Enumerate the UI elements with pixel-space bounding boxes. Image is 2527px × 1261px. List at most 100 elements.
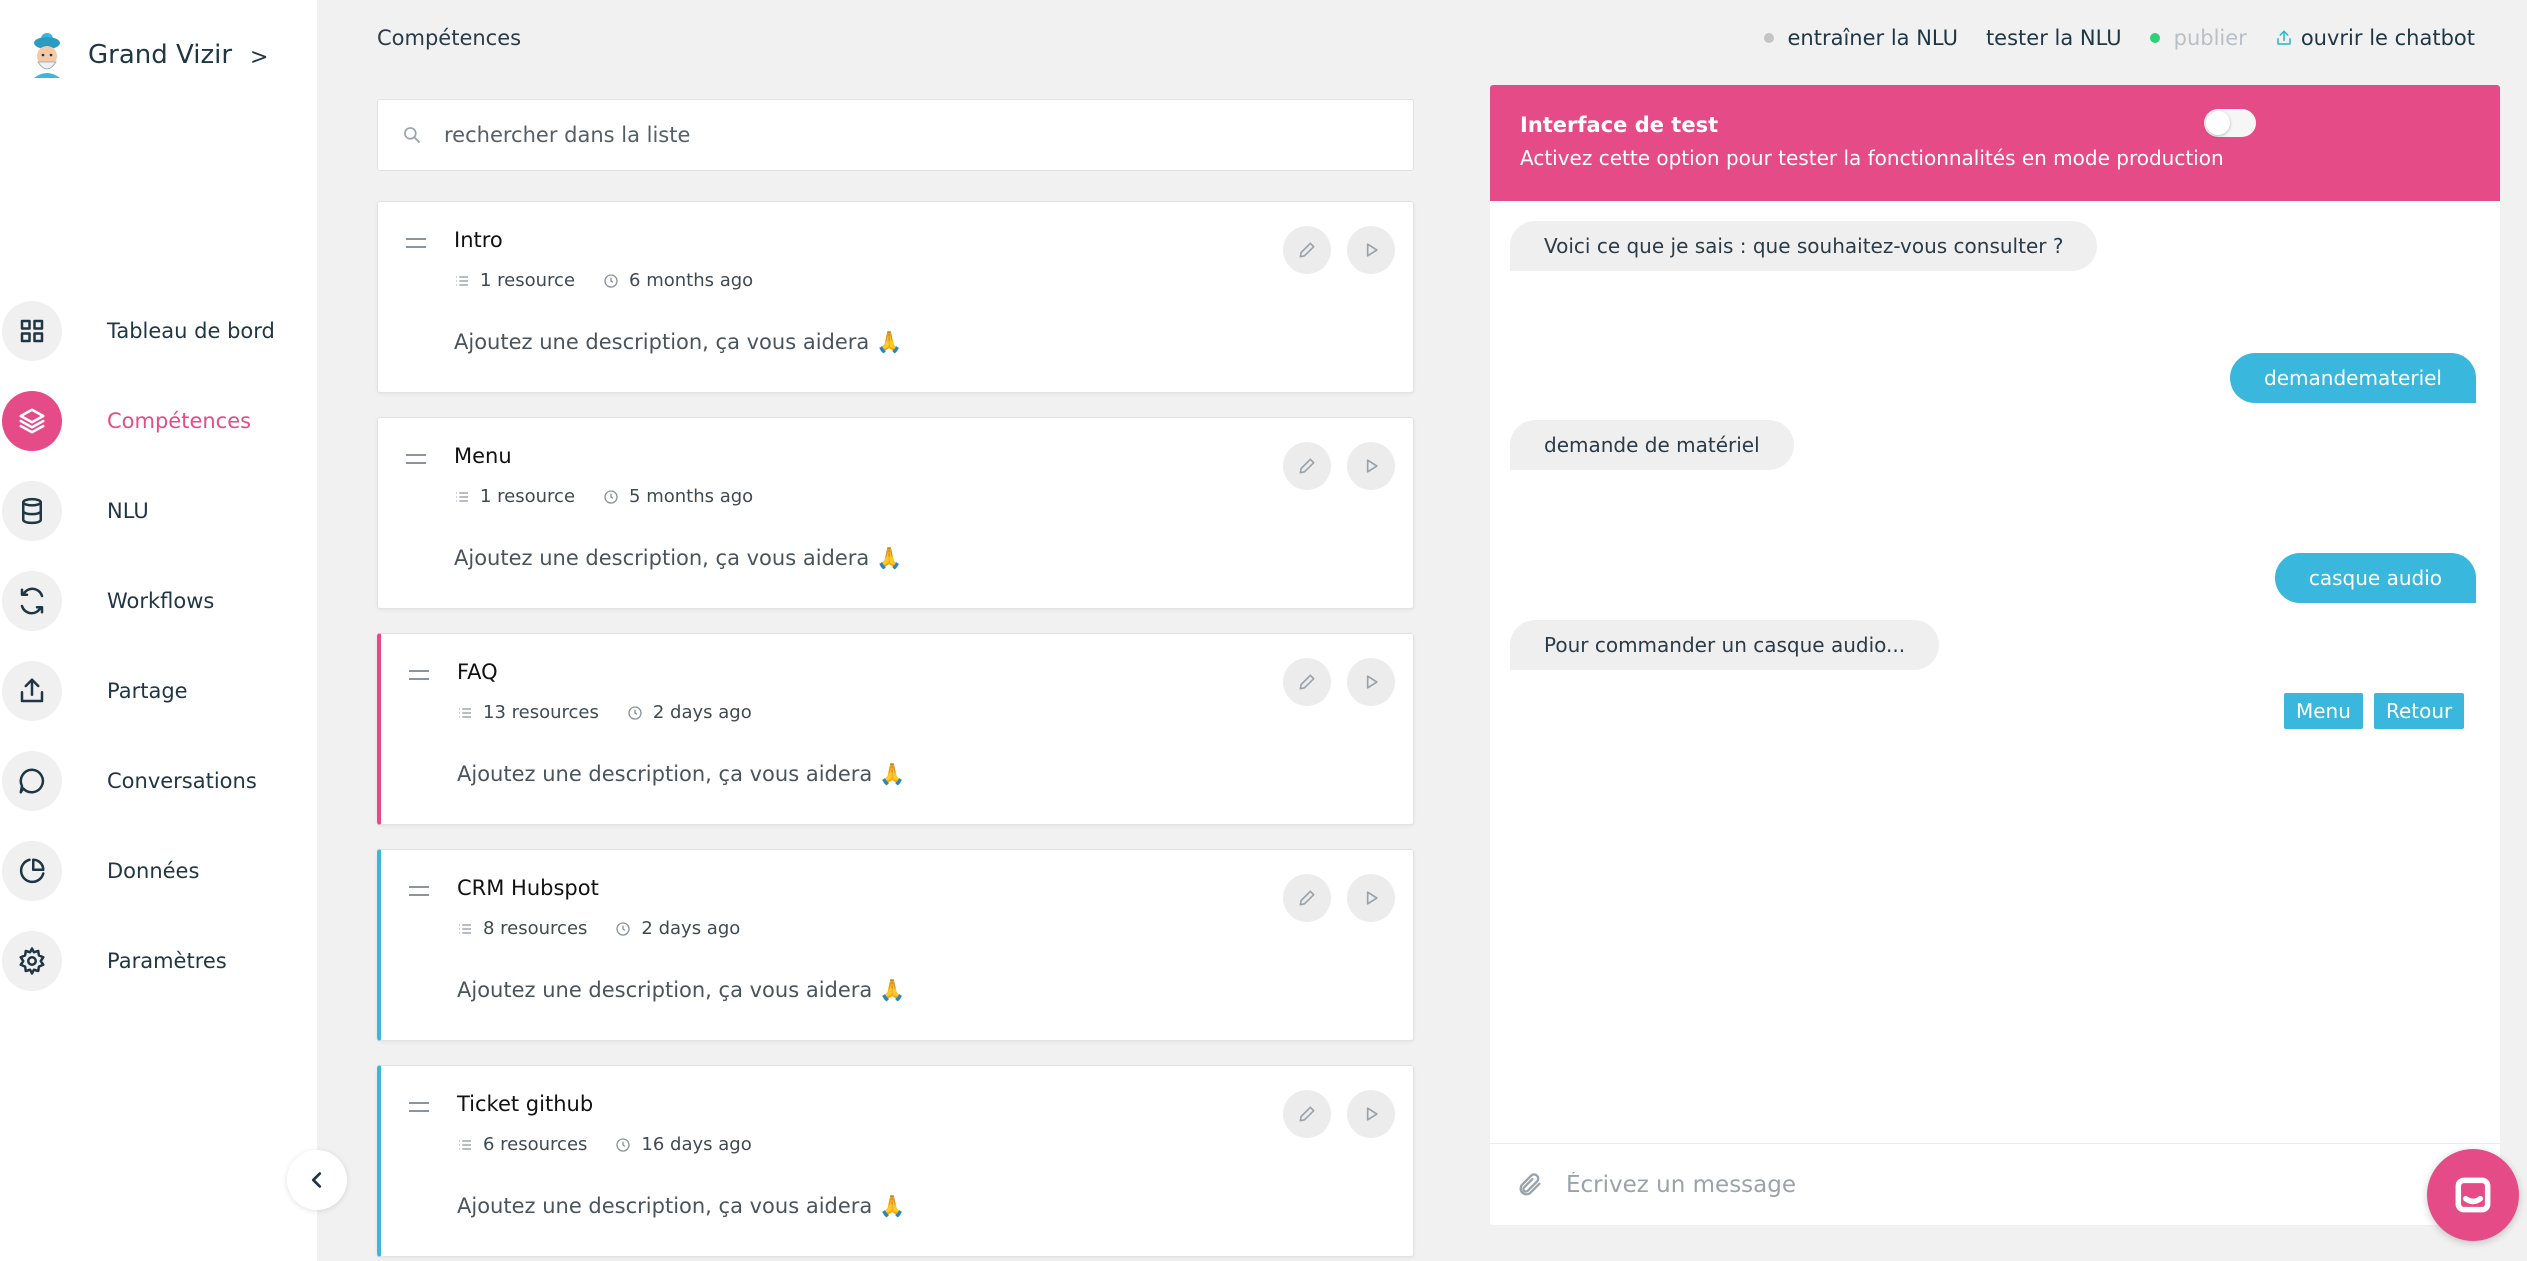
skill-meta: 1 resource 6 months ago xyxy=(454,270,753,291)
bot-message: Voici ce que je sais : que souhaitez-vou… xyxy=(1510,221,2098,271)
brand[interactable]: Grand Vizir > xyxy=(26,30,268,80)
play-icon xyxy=(1366,675,1378,689)
sidebar-item-label: NLU xyxy=(107,499,149,523)
drag-handle-icon[interactable] xyxy=(409,1102,429,1118)
list-icon xyxy=(456,491,468,502)
message-input[interactable] xyxy=(1566,1171,2426,1198)
skill-meta: 1 resource 5 months ago xyxy=(454,486,753,507)
skill-card-ticket-github[interactable]: Ticket github 6 resources 16 days ago Aj… xyxy=(377,1065,1414,1257)
test-nlu-label: tester la NLU xyxy=(1985,26,2122,50)
sidebar-item-competences[interactable]: Compétences xyxy=(0,376,317,466)
sidebar-item-tableau-de-bord[interactable]: Tableau de bord xyxy=(0,286,317,376)
skill-card-intro[interactable]: Intro 1 resource 6 months ago Ajoutez un… xyxy=(377,201,1414,393)
bot-message: Pour commander un casque audio... xyxy=(1510,620,1940,670)
skill-description: Ajoutez une description, ça vous aidera … xyxy=(457,762,906,786)
open-chatbot-action[interactable]: ouvrir le chatbot xyxy=(2275,26,2475,50)
play-skill-button[interactable] xyxy=(1347,226,1395,274)
top-actions: entraîner la NLU tester la NLU publier o… xyxy=(1736,26,2475,50)
skill-meta: 13 resources 2 days ago xyxy=(457,702,752,723)
pencil-icon xyxy=(1299,674,1315,690)
collapse-sidebar-button[interactable] xyxy=(287,1150,347,1210)
skill-actions xyxy=(1267,658,1395,706)
skill-description: Ajoutez une description, ça vous aidera … xyxy=(457,978,906,1002)
search-bar xyxy=(377,99,1414,171)
train-nlu-action[interactable]: entraîner la NLU xyxy=(1763,26,1958,50)
sidebar-item-partage[interactable]: Partage xyxy=(0,646,317,736)
refresh-icon xyxy=(2,571,62,631)
play-skill-button[interactable] xyxy=(1347,658,1395,706)
sidebar-item-parametres[interactable]: Paramètres xyxy=(0,916,317,1006)
sidebar-item-nlu[interactable]: NLU xyxy=(0,466,317,556)
drag-handle-icon[interactable] xyxy=(406,238,426,254)
drag-handle-icon[interactable] xyxy=(409,886,429,902)
chat-icon xyxy=(2,751,62,811)
sidebar-item-workflows[interactable]: Workflows xyxy=(0,556,317,646)
pencil-icon xyxy=(1299,1106,1315,1122)
pencil-icon xyxy=(1299,242,1315,258)
skill-resource-count: 6 resources xyxy=(483,1134,588,1155)
grid-icon xyxy=(2,301,62,361)
pencil-icon xyxy=(1299,890,1315,906)
gear-icon xyxy=(2,931,62,991)
clock-icon xyxy=(616,1137,631,1152)
sidebar-item-donnees[interactable]: Données xyxy=(0,826,317,916)
skill-meta: 6 resources 16 days ago xyxy=(457,1134,752,1155)
database-icon xyxy=(2,481,62,541)
test-panel-subtitle: Activez cette option pour tester la fonc… xyxy=(1520,146,2224,170)
pie-chart-icon xyxy=(2,841,62,901)
quick-reply-retour[interactable]: Retour xyxy=(2374,693,2465,729)
sidebar-nav: Tableau de bord Compétences NLU Workflow… xyxy=(0,286,317,1006)
skill-title: Menu xyxy=(454,444,512,468)
edit-skill-button[interactable] xyxy=(1283,226,1331,274)
chevron-left-icon xyxy=(311,1172,322,1188)
drag-handle-icon[interactable] xyxy=(409,670,429,686)
play-icon xyxy=(1366,459,1378,473)
sidebar-item-label: Données xyxy=(107,859,200,883)
user-message: casque audio xyxy=(2274,553,2476,603)
sidebar-item-label: Conversations xyxy=(107,769,257,793)
publish-action[interactable]: publier xyxy=(2149,26,2247,50)
production-mode-toggle[interactable] xyxy=(2204,109,2256,137)
skill-actions xyxy=(1267,442,1395,490)
list-icon xyxy=(459,1139,471,1150)
drag-handle-icon[interactable] xyxy=(406,454,426,470)
edit-skill-button[interactable] xyxy=(1283,442,1331,490)
skill-updated: 2 days ago xyxy=(641,918,741,939)
skill-resource-count: 8 resources xyxy=(483,918,588,939)
skill-title: FAQ xyxy=(457,660,498,684)
play-skill-button[interactable] xyxy=(1347,874,1395,922)
edit-skill-button[interactable] xyxy=(1283,874,1331,922)
skill-card-menu[interactable]: Menu 1 resource 5 months ago Ajoutez une… xyxy=(377,417,1414,609)
skill-actions xyxy=(1267,874,1395,922)
clock-icon xyxy=(628,705,642,720)
chat-launcher-button[interactable] xyxy=(2427,1149,2519,1241)
edit-skill-button[interactable] xyxy=(1283,1090,1331,1138)
sidebar-item-label: Compétences xyxy=(107,409,252,433)
skill-meta: 8 resources 2 days ago xyxy=(457,918,740,939)
test-nlu-action[interactable]: tester la NLU xyxy=(1986,26,2122,50)
train-nlu-label: entraîner la NLU xyxy=(1787,26,1958,50)
sidebar-item-label: Workflows xyxy=(107,589,215,613)
test-panel: Interface de test Activez cette option p… xyxy=(1490,85,2500,1225)
skill-description: Ajoutez une description, ça vous aidera … xyxy=(454,330,903,354)
skill-title: Ticket github xyxy=(457,1092,594,1116)
edit-skill-button[interactable] xyxy=(1283,658,1331,706)
quick-reply-menu[interactable]: Menu xyxy=(2284,693,2363,729)
message-composer xyxy=(1490,1143,2500,1225)
skill-resource-count: 13 resources xyxy=(483,702,599,723)
skill-actions xyxy=(1267,226,1395,274)
sidebar-item-label: Tableau de bord xyxy=(107,319,275,343)
clock-icon xyxy=(604,489,618,504)
list-icon xyxy=(459,707,471,718)
play-skill-button[interactable] xyxy=(1347,1090,1395,1138)
skill-description: Ajoutez une description, ça vous aidera … xyxy=(454,546,903,570)
sidebar-item-conversations[interactable]: Conversations xyxy=(0,736,317,826)
play-skill-button[interactable] xyxy=(1347,442,1395,490)
brand-chevron-icon: > xyxy=(250,44,269,70)
skill-card-crm-hubspot[interactable]: CRM Hubspot 8 resources 2 days ago Ajout… xyxy=(377,849,1414,1041)
skill-card-faq[interactable]: FAQ 13 resources 2 days ago Ajoutez une … xyxy=(377,633,1414,825)
test-panel-title: Interface de test xyxy=(1520,113,1719,137)
page-title: Compétences xyxy=(377,26,522,50)
search-input[interactable] xyxy=(444,123,1344,147)
paperclip-icon[interactable] xyxy=(1516,1171,1544,1199)
